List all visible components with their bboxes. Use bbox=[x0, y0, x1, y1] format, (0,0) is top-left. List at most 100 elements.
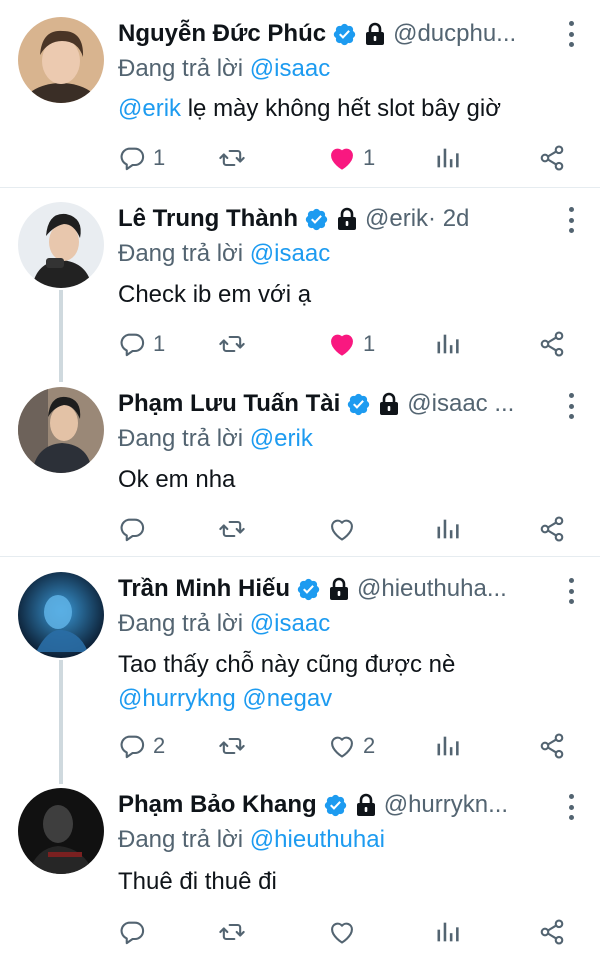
replying-to: Đang trả lời @isaac bbox=[118, 55, 330, 83]
share-icon bbox=[540, 733, 564, 759]
more-icon[interactable] bbox=[566, 578, 576, 604]
tweet-text: Check ib em với ạ bbox=[118, 278, 570, 312]
action-bar bbox=[118, 915, 578, 949]
reply-button[interactable]: 1 bbox=[118, 327, 165, 361]
replying-to-label: Đang trả lời bbox=[118, 826, 244, 853]
retweet-button[interactable] bbox=[218, 327, 253, 361]
action-bar bbox=[118, 512, 578, 546]
tweet-header: Nguyễn Đức Phúc @ducphu... bbox=[118, 17, 556, 51]
reply-icon bbox=[120, 333, 145, 357]
share-icon bbox=[540, 919, 564, 945]
like-count: 1 bbox=[363, 331, 376, 356]
replying-to-mention[interactable]: @isaac bbox=[250, 610, 330, 637]
user-handle[interactable]: @hieuthuha... bbox=[357, 575, 507, 603]
tweet-text: Tao thấy chỗ này cũng được nè @hurrykng … bbox=[118, 648, 570, 716]
stats-button[interactable] bbox=[434, 141, 462, 175]
verified-badge-icon bbox=[297, 578, 320, 600]
reply-button[interactable]: 2 bbox=[118, 729, 165, 763]
share-button[interactable] bbox=[538, 512, 566, 546]
reply-thread-feed: Nguyễn Đức Phúc @ducphu... Đang trả lời … bbox=[0, 0, 600, 959]
action-bar: 1 1 bbox=[118, 141, 578, 175]
tweet-text-content: Thuê đi thuê đi bbox=[118, 868, 277, 895]
display-name[interactable]: Phạm Bảo Khang bbox=[118, 791, 317, 819]
avatar[interactable] bbox=[18, 387, 104, 473]
tweet-timestamp[interactable]: · 2d bbox=[428, 205, 469, 233]
stats-button[interactable] bbox=[434, 512, 462, 546]
display-name[interactable]: Nguyễn Đức Phúc bbox=[118, 20, 326, 48]
thread-connector bbox=[59, 290, 63, 382]
share-button[interactable] bbox=[538, 327, 566, 361]
display-name[interactable]: Trần Minh Hiếu bbox=[118, 575, 290, 603]
reply-button[interactable]: 1 bbox=[118, 141, 165, 175]
share-button[interactable] bbox=[538, 729, 566, 763]
replying-to-mention[interactable]: @isaac bbox=[250, 55, 330, 82]
mention-link[interactable]: @erik bbox=[118, 95, 181, 122]
more-icon[interactable] bbox=[566, 794, 576, 820]
more-icon[interactable] bbox=[566, 393, 576, 419]
user-handle[interactable]: @erik bbox=[365, 205, 428, 233]
display-name[interactable]: Phạm Lưu Tuấn Tài bbox=[118, 390, 340, 418]
lock-icon bbox=[380, 392, 399, 415]
like-button[interactable]: 1 bbox=[328, 327, 375, 361]
reply-button[interactable] bbox=[118, 512, 153, 546]
avatar[interactable] bbox=[18, 788, 104, 874]
thread-connector bbox=[59, 660, 63, 784]
retweet-icon bbox=[219, 520, 245, 538]
replying-to-mention[interactable]: @hieuthuhai bbox=[250, 826, 385, 853]
share-icon bbox=[540, 331, 564, 357]
like-button[interactable]: 1 bbox=[328, 141, 375, 175]
user-handle[interactable]: @hurrykn... bbox=[384, 791, 508, 819]
reply-button[interactable] bbox=[118, 915, 153, 949]
heart-icon bbox=[331, 148, 353, 170]
lock-icon bbox=[356, 793, 375, 816]
retweet-icon bbox=[219, 335, 245, 353]
share-button[interactable] bbox=[538, 141, 566, 175]
retweet-button[interactable] bbox=[218, 141, 253, 175]
heart-icon bbox=[331, 736, 353, 758]
tweet-text-content: Tao thấy chỗ này cũng được nè bbox=[118, 651, 456, 678]
like-button[interactable] bbox=[328, 915, 363, 949]
replying-to-label: Đang trả lời bbox=[118, 240, 244, 267]
lock-icon bbox=[338, 207, 356, 230]
lock-icon bbox=[330, 577, 349, 600]
like-button[interactable] bbox=[328, 512, 363, 546]
tweet-text-content: Check ib em với ạ bbox=[118, 281, 312, 308]
avatar[interactable] bbox=[18, 17, 104, 103]
retweet-button[interactable] bbox=[218, 729, 253, 763]
stats-button[interactable] bbox=[434, 915, 462, 949]
replying-to-label: Đang trả lời bbox=[118, 55, 244, 82]
verified-badge-icon bbox=[348, 393, 370, 415]
stats-button[interactable] bbox=[434, 327, 462, 361]
like-button[interactable]: 2 bbox=[328, 729, 375, 763]
more-icon[interactable] bbox=[566, 21, 576, 47]
reply-icon bbox=[120, 735, 145, 759]
replying-to-label: Đang trả lời bbox=[118, 610, 244, 637]
user-handle[interactable]: @ducphu... bbox=[393, 20, 516, 48]
reply-count: 1 bbox=[153, 331, 166, 356]
replying-to: Đang trả lời @isaac bbox=[118, 610, 330, 638]
avatar[interactable] bbox=[18, 572, 104, 658]
stats-icon bbox=[437, 334, 459, 354]
share-icon bbox=[540, 516, 564, 542]
mention-link[interactable]: @negav bbox=[242, 685, 332, 712]
stats-icon bbox=[437, 519, 459, 539]
display-name[interactable]: Lê Trung Thành bbox=[118, 205, 298, 233]
stats-button[interactable] bbox=[434, 729, 462, 763]
retweet-button[interactable] bbox=[218, 915, 253, 949]
tweet-header: Phạm Lưu Tuấn Tài @isaac ... bbox=[118, 387, 556, 421]
reply-icon bbox=[120, 518, 145, 542]
tweet-text: Thuê đi thuê đi bbox=[118, 865, 570, 899]
mention-link[interactable]: @hurrykng bbox=[118, 685, 236, 712]
more-icon[interactable] bbox=[566, 207, 576, 233]
retweet-icon bbox=[219, 149, 245, 167]
avatar[interactable] bbox=[18, 202, 104, 288]
share-button[interactable] bbox=[538, 915, 566, 949]
tweet-divider bbox=[0, 556, 600, 557]
replying-to-mention[interactable]: @isaac bbox=[250, 240, 330, 267]
replying-to-mention[interactable]: @erik bbox=[250, 425, 313, 452]
replying-to: Đang trả lời @isaac bbox=[118, 240, 330, 268]
retweet-button[interactable] bbox=[218, 512, 253, 546]
reply-count: 2 bbox=[153, 733, 166, 758]
verified-badge-icon bbox=[333, 23, 356, 45]
user-handle[interactable]: @isaac ... bbox=[407, 390, 514, 418]
